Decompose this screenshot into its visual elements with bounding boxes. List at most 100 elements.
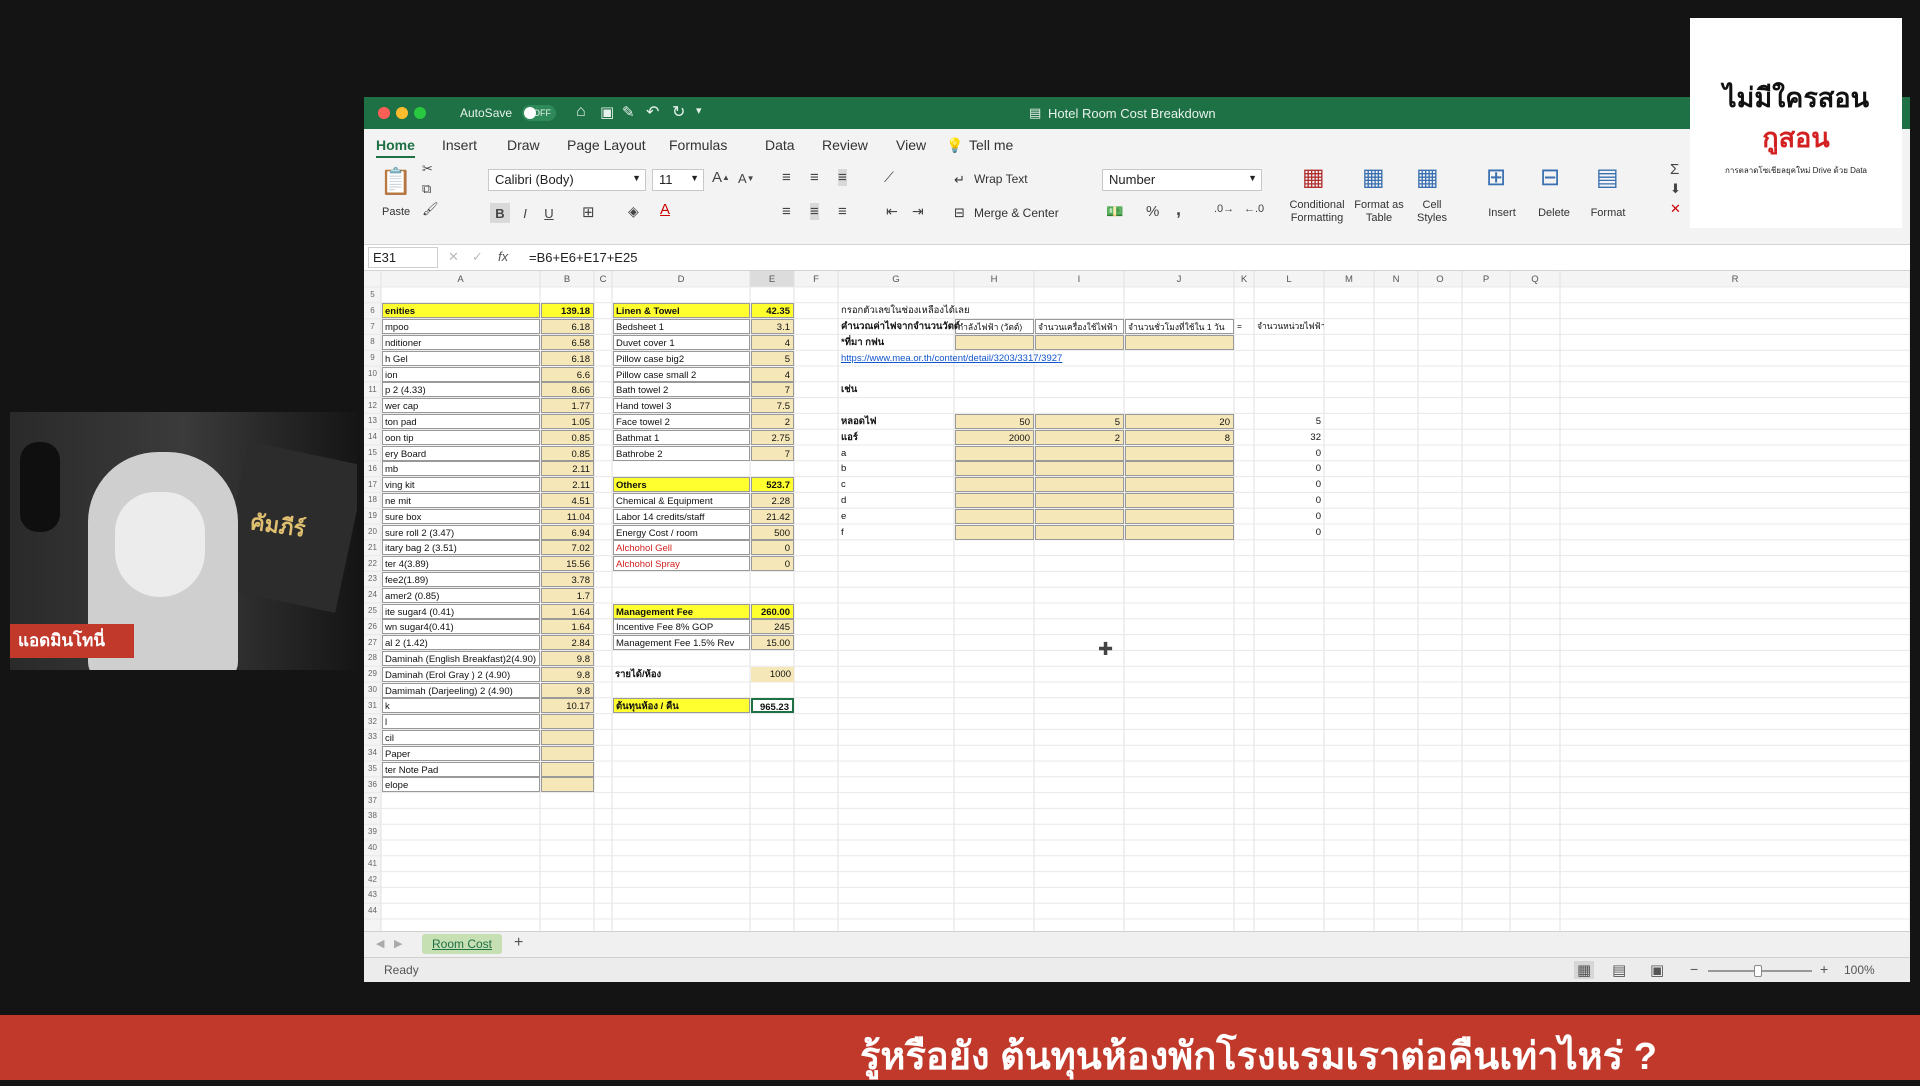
linen-cost-cell[interactable]: 4: [751, 366, 794, 382]
next-sheet-icon[interactable]: ▶: [394, 937, 402, 950]
row-header-39[interactable]: 39: [364, 824, 381, 839]
amenity-name-cell[interactable]: h Gel: [382, 350, 540, 366]
amenity-name-cell[interactable]: Daminah (English Breakfast)2(4.90): [382, 650, 540, 666]
amenity-name-cell[interactable]: amer2 (0.85): [382, 587, 540, 603]
revenue-label-cell[interactable]: รายได้/ห้อง: [613, 667, 750, 682]
row-header-33[interactable]: 33: [364, 729, 381, 744]
comma-button[interactable]: ,: [1176, 199, 1181, 220]
amenity-cost-cell[interactable]: 6.6: [541, 366, 594, 382]
others-name-cell[interactable]: Labor 14 credits/staff: [613, 508, 750, 524]
management-name-cell[interactable]: Management Fee 1.5% Rev: [613, 635, 750, 651]
linen-cost-cell[interactable]: 4: [751, 334, 794, 350]
amenity-name-cell[interactable]: k: [382, 698, 540, 714]
column-header-p[interactable]: P: [1462, 272, 1510, 287]
italic-button[interactable]: I: [516, 203, 534, 223]
clear-icon[interactable]: ✕: [1670, 201, 1681, 217]
amenity-cost-cell[interactable]: 8.66: [541, 382, 594, 398]
energy-item-cell[interactable]: f: [839, 525, 954, 540]
linen-name-cell[interactable]: Bathmat 1: [613, 429, 750, 445]
format-cells-icon[interactable]: ▤: [1596, 163, 1619, 192]
others-cost-cell[interactable]: 21.42: [751, 508, 794, 524]
amenity-cost-cell[interactable]: [541, 745, 594, 761]
amenity-cost-cell[interactable]: [541, 729, 594, 745]
others-name-cell[interactable]: Others: [613, 477, 750, 493]
amenity-cost-cell[interactable]: 1.7: [541, 587, 594, 603]
row-header-40[interactable]: 40: [364, 840, 381, 855]
energy-header-cell[interactable]: =: [1235, 319, 1254, 334]
align-top-icon[interactable]: ≡: [782, 169, 791, 186]
amenity-cost-cell[interactable]: 1.64: [541, 603, 594, 619]
amenity-cost-cell[interactable]: 1.64: [541, 619, 594, 635]
amenity-name-cell[interactable]: p 2 (4.33): [382, 382, 540, 398]
energy-count-cell[interactable]: [1035, 508, 1124, 524]
row-header-35[interactable]: 35: [364, 761, 381, 776]
linen-cost-cell[interactable]: 7: [751, 382, 794, 398]
fill-icon[interactable]: ⬇: [1670, 181, 1681, 197]
align-middle-icon[interactable]: ≡: [810, 169, 819, 186]
normal-view-icon[interactable]: ▦: [1574, 961, 1595, 979]
others-name-cell[interactable]: Alchohol Gell: [613, 540, 750, 556]
cell-styles-button[interactable]: Cell Styles: [1412, 199, 1452, 225]
row-header-31[interactable]: 31: [364, 698, 381, 713]
tab-home[interactable]: Home: [376, 137, 415, 158]
energy-hours-cell[interactable]: [1125, 445, 1234, 461]
row-header-43[interactable]: 43: [364, 887, 381, 902]
amenity-name-cell[interactable]: sure roll 2 (3.47): [382, 524, 540, 540]
energy-units-cell[interactable]: 0: [1255, 446, 1324, 461]
name-box[interactable]: E31: [368, 247, 438, 268]
column-header-k[interactable]: K: [1234, 272, 1254, 287]
energy-input-cell[interactable]: [955, 334, 1034, 350]
row-header-44[interactable]: 44: [364, 903, 381, 918]
conditional-formatting-button[interactable]: Conditional Formatting: [1282, 199, 1352, 225]
row-header-17[interactable]: 17: [364, 477, 381, 492]
customize-toolbar-icon[interactable]: ▾: [696, 104, 702, 117]
format-painter-icon[interactable]: 🖌: [422, 201, 439, 217]
energy-source-label-cell[interactable]: *ที่มา กฟน: [839, 335, 954, 350]
row-header-24[interactable]: 24: [364, 587, 381, 602]
energy-units-cell[interactable]: 0: [1255, 509, 1324, 524]
row-header-21[interactable]: 21: [364, 540, 381, 555]
row-header-27[interactable]: 27: [364, 635, 381, 650]
energy-input-cell[interactable]: [1125, 334, 1234, 350]
format-button[interactable]: Format: [1588, 207, 1628, 220]
revenue-value-cell[interactable]: 1000: [751, 666, 794, 682]
increase-decimal-icon[interactable]: .0→: [1214, 203, 1234, 215]
amenity-name-cell[interactable]: itary bag 2 (3.51): [382, 540, 540, 556]
linen-cost-cell[interactable]: 42.35: [751, 303, 794, 319]
energy-item-cell[interactable]: e: [839, 509, 954, 524]
prev-sheet-icon[interactable]: ◀: [376, 937, 384, 950]
energy-count-cell[interactable]: 5: [1035, 413, 1124, 429]
others-cost-cell[interactable]: 0: [751, 556, 794, 572]
linen-name-cell[interactable]: Bathrobe 2: [613, 445, 750, 461]
others-name-cell[interactable]: Energy Cost / room: [613, 524, 750, 540]
bold-button[interactable]: B: [490, 203, 510, 223]
conditional-formatting-icon[interactable]: ▦: [1302, 163, 1325, 192]
energy-header-cell[interactable]: จำนวนหน่วยไฟฟ้า: [1255, 319, 1324, 334]
row-header-34[interactable]: 34: [364, 745, 381, 760]
amenity-cost-cell[interactable]: [541, 761, 594, 777]
increase-font-icon[interactable]: A ▲: [712, 169, 730, 186]
tab-review[interactable]: Review: [822, 137, 868, 153]
amenity-cost-cell[interactable]: 6.94: [541, 524, 594, 540]
row-header-6[interactable]: 6: [364, 303, 381, 318]
underline-button[interactable]: U: [540, 203, 558, 223]
align-bottom-icon[interactable]: ≡: [838, 169, 847, 186]
align-center-icon[interactable]: ≡: [810, 203, 819, 220]
zoom-slider-handle[interactable]: [1754, 965, 1762, 977]
currency-icon[interactable]: 💵: [1106, 203, 1123, 220]
linen-cost-cell[interactable]: 7: [751, 445, 794, 461]
amenity-cost-cell[interactable]: 10.17: [541, 698, 594, 714]
column-header-a[interactable]: A: [381, 272, 540, 287]
align-left-icon[interactable]: ≡: [782, 203, 791, 220]
row-header-29[interactable]: 29: [364, 666, 381, 681]
linen-name-cell[interactable]: Bath towel 2: [613, 382, 750, 398]
column-header-j[interactable]: J: [1124, 272, 1234, 287]
amenity-name-cell[interactable]: al 2 (1.42): [382, 635, 540, 651]
home-icon[interactable]: ⌂: [576, 103, 586, 121]
cut-icon[interactable]: ✂: [422, 161, 433, 177]
row-header-5[interactable]: 5: [364, 287, 381, 302]
wrap-text-button[interactable]: Wrap Text: [974, 172, 1028, 186]
zoom-slider[interactable]: [1708, 965, 1812, 977]
row-header-30[interactable]: 30: [364, 682, 381, 697]
tab-insert[interactable]: Insert: [442, 137, 477, 153]
